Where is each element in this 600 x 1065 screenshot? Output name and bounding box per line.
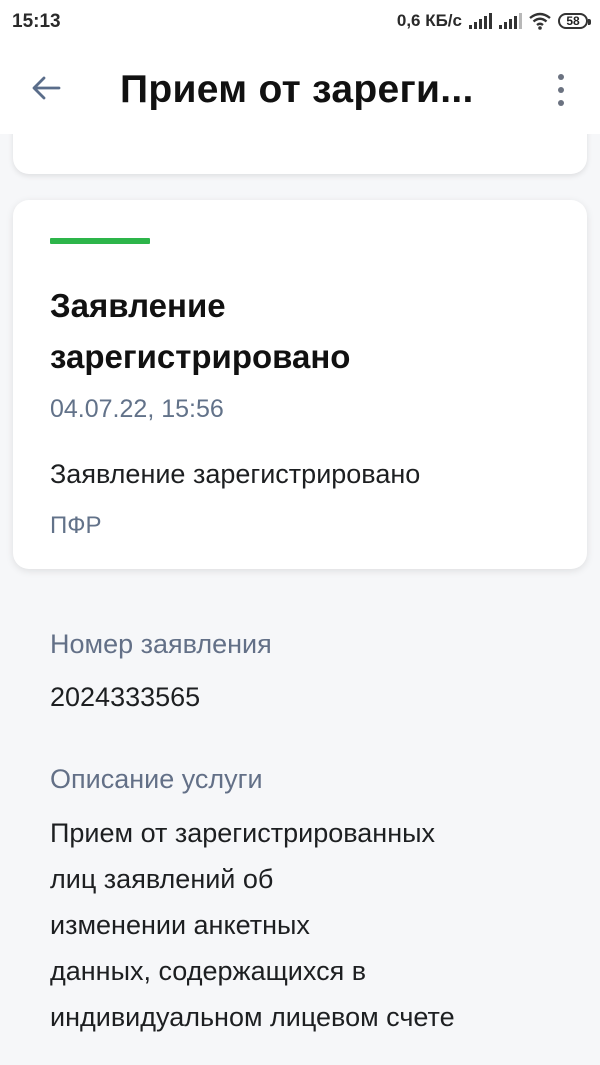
back-button[interactable] bbox=[22, 66, 70, 110]
description-line: изменении анкетных bbox=[50, 910, 310, 940]
battery-icon: 58 bbox=[558, 13, 591, 29]
app-bar: Прием от зареги... bbox=[0, 42, 600, 134]
description-line: Прием от зарегистрированных bbox=[50, 818, 436, 848]
description-line: лиц заявлений об bbox=[50, 864, 274, 894]
status-indicators: 0,6 КБ/с 58 bbox=[396, 10, 591, 32]
network-speed: 0,6 КБ/с bbox=[396, 11, 462, 30]
status-indicator-bar bbox=[50, 238, 150, 244]
arrow-left-icon bbox=[32, 76, 61, 100]
status-organization: ПФР bbox=[50, 512, 102, 539]
description-line: индивидуальном лицевом счете bbox=[50, 1002, 455, 1032]
signal-icon-2 bbox=[499, 13, 522, 29]
wifi-icon bbox=[529, 12, 551, 30]
application-status-card: Заявление зарегистрировано 04.07.22, 15:… bbox=[13, 200, 587, 569]
service-description-label: Описание услуги bbox=[50, 764, 263, 794]
status-date: 04.07.22, 15:56 bbox=[50, 395, 224, 423]
system-status-bar: 15:13 0,6 КБ/с 58 bbox=[0, 0, 600, 42]
application-number-value: 2024333565 bbox=[50, 682, 201, 712]
signal-icon bbox=[469, 13, 492, 29]
service-description-value: Прием от зарегистрированных лиц заявлени… bbox=[50, 810, 570, 1040]
status-time: 15:13 bbox=[12, 11, 61, 32]
application-number-label: Номер заявления bbox=[50, 629, 272, 659]
status-title-line-2: зарегистрировано bbox=[50, 338, 351, 375]
status-message: Заявление зарегистрировано bbox=[50, 459, 421, 489]
more-vertical-icon bbox=[558, 74, 564, 80]
page-title: Прием от зареги... bbox=[120, 68, 474, 111]
description-line: данных, содержащихся в bbox=[50, 956, 367, 986]
status-title-line-1: Заявление bbox=[50, 287, 226, 324]
more-menu-button[interactable] bbox=[546, 70, 576, 110]
status-title: Заявление зарегистрировано bbox=[50, 280, 550, 382]
